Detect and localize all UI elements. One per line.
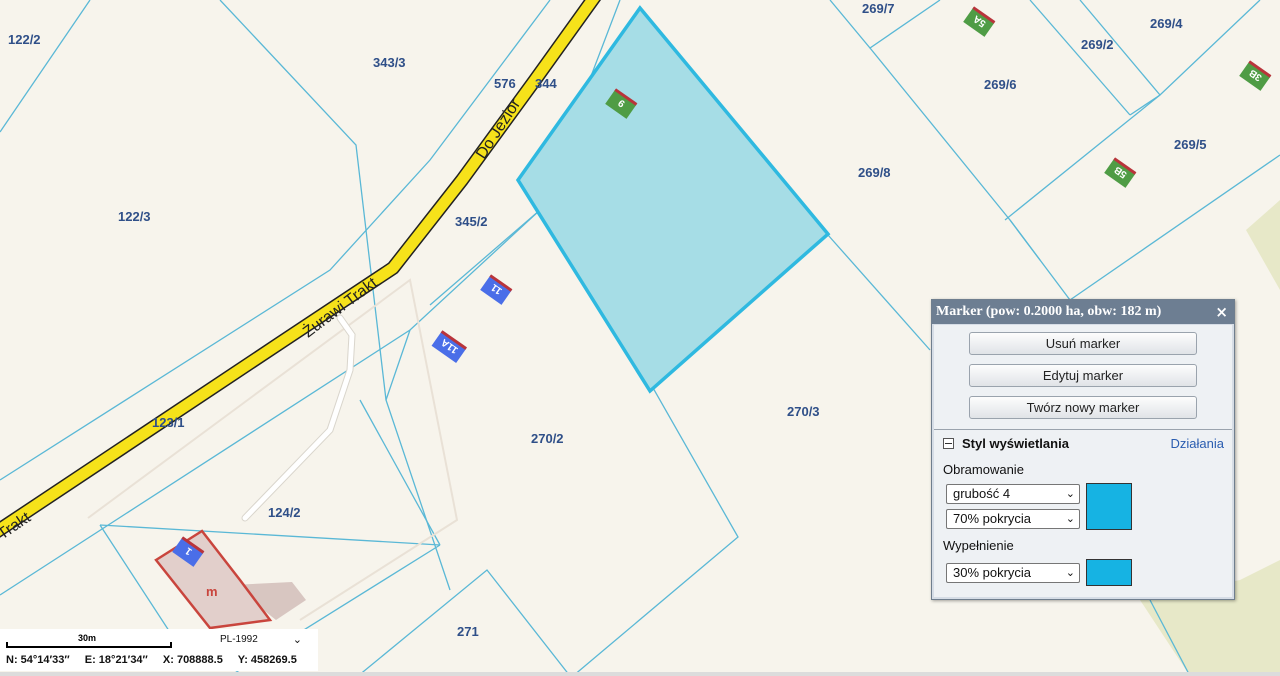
remove-marker-button[interactable]: Usuń marker — [969, 332, 1197, 355]
parcel-label: 576 — [494, 76, 516, 91]
panel-header: Marker (pow: 0.2000 ha, obw: 182 m) × — [932, 300, 1234, 324]
parcel-label: 123/1 — [152, 415, 185, 430]
parcel-label: 269/2 — [1081, 37, 1114, 52]
chevron-down-icon: ⌄ — [292, 633, 302, 646]
building-label: m — [206, 584, 218, 599]
coordinates-readout: N: 54°14′33″ E: 18°21′34″ X: 708888.5 Y:… — [6, 654, 309, 666]
parcel-label: 269/5 — [1174, 137, 1207, 152]
panel-title: Marker (pow: 0.2000 ha, obw: 182 m) — [936, 304, 1162, 319]
panel-body: Usuń marker Edytuj marker Twórz nowy mar… — [934, 325, 1232, 597]
bottom-strip — [0, 672, 1280, 676]
close-icon[interactable]: × — [1215, 300, 1228, 324]
fill-opacity-value: 30% pokrycia — [953, 565, 1032, 580]
parcel-label: 124/2 — [268, 505, 301, 520]
parcel-label: 344 — [535, 76, 557, 91]
parcel-label: 271 — [457, 624, 479, 639]
parcel-label: 270/2 — [531, 431, 564, 446]
display-style-title: Styl wyświetlania — [962, 436, 1069, 451]
scale-label: 30m — [78, 633, 97, 643]
fill-opacity-select[interactable]: 30% pokrycia ⌄ — [946, 563, 1080, 583]
parcel-label: 269/4 — [1150, 16, 1183, 31]
chevron-down-icon: ⌄ — [1065, 512, 1075, 525]
border-opacity-value: 70% pokrycia — [953, 511, 1032, 526]
marker-panel: Marker (pow: 0.2000 ha, obw: 182 m) × Us… — [931, 299, 1235, 600]
border-opacity-select[interactable]: 70% pokrycia ⌄ — [946, 509, 1080, 529]
border-width-select[interactable]: grubość 4 ⌄ — [946, 484, 1080, 504]
latitude: N: 54°14′33″ — [6, 654, 70, 666]
parcel-label: 122/2 — [8, 32, 41, 47]
y-coordinate: Y: 458269.5 — [237, 654, 297, 666]
border-color-swatch[interactable] — [1086, 483, 1132, 530]
chevron-down-icon: ⌄ — [1065, 487, 1075, 500]
panel-divider — [934, 429, 1232, 430]
collapse-icon[interactable] — [943, 438, 954, 449]
fill-label: Wypełnienie — [943, 538, 1014, 553]
chevron-down-icon: ⌄ — [1065, 566, 1075, 579]
longitude: E: 18°21′34″ — [84, 654, 148, 666]
parcel-label: 345/2 — [455, 214, 488, 229]
x-coordinate: X: 708888.5 — [162, 654, 223, 666]
parcel-label: 343/3 — [373, 55, 406, 70]
edit-marker-button[interactable]: Edytuj marker — [969, 364, 1197, 387]
create-marker-button[interactable]: Twórz nowy marker — [969, 396, 1197, 419]
actions-link[interactable]: Działania — [1171, 436, 1224, 451]
parcel-label: 270/3 — [787, 404, 820, 419]
projection-select[interactable]: PL-1992 ⌄ — [220, 633, 302, 646]
fill-color-swatch[interactable] — [1086, 559, 1132, 586]
parcel-label: 122/3 — [118, 209, 151, 224]
parcel-label: 269/7 — [862, 1, 895, 16]
display-style-header[interactable]: Styl wyświetlania — [943, 436, 1069, 451]
border-label: Obramowanie — [943, 462, 1024, 477]
projection-value: PL-1992 — [220, 634, 258, 645]
border-width-value: grubość 4 — [953, 486, 1011, 501]
parcel-label: 269/8 — [858, 165, 891, 180]
parcel-label: 269/6 — [984, 77, 1017, 92]
